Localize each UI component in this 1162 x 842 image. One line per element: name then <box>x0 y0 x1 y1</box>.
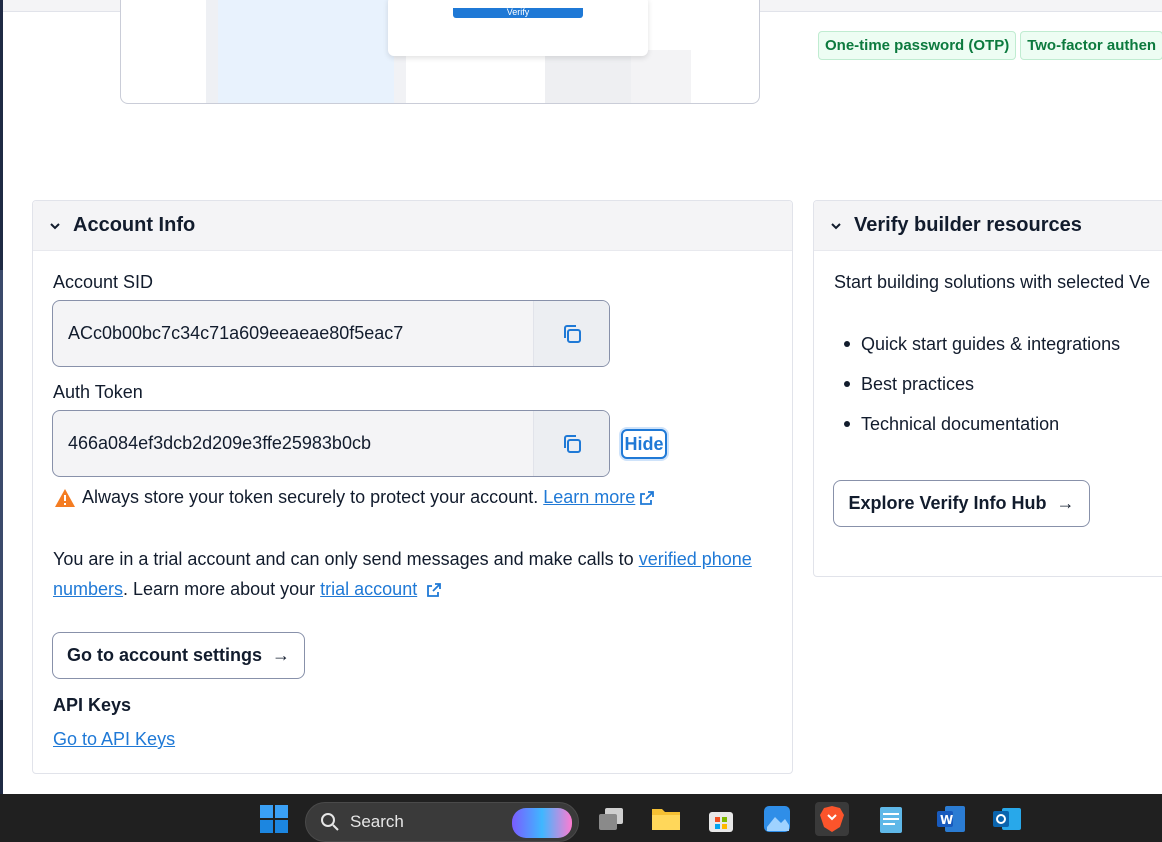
resources-list: Quick start guides & integrations Best p… <box>834 324 1120 444</box>
hide-token-button[interactable]: Hide <box>621 429 667 459</box>
api-keys-title: API Keys <box>53 695 132 715</box>
external-link-icon <box>640 490 655 505</box>
taskbar: W <box>0 794 1162 842</box>
illustration-verify-button: Verify <box>453 8 583 18</box>
api-keys-link[interactable]: Go to API Keys <box>53 729 175 750</box>
list-item: Quick start guides & integrations <box>834 324 1120 364</box>
list-item: Best practices <box>834 364 1120 404</box>
taskbar-search[interactable]: Search <box>305 802 579 842</box>
arrow-right-icon: → <box>1056 493 1075 513</box>
explore-hub-label: Explore Verify Info Hub <box>848 493 1047 513</box>
warning-icon <box>55 488 75 507</box>
store-icon[interactable] <box>704 802 738 836</box>
arrow-right-icon: → <box>272 645 290 665</box>
account-settings-button[interactable]: Go to account settings → <box>52 632 305 679</box>
window-left-edge <box>0 0 3 794</box>
svg-text:W: W <box>940 813 953 827</box>
illustration-card: Verify <box>388 0 648 56</box>
account-sid-field: ACc0b00bc7c34c71a609eeaeae80f5eac7 <box>52 300 610 367</box>
trial-text-1: You are in a trial account and can only … <box>53 549 639 569</box>
chevron-down-icon <box>831 222 841 229</box>
list-item: Technical documentation <box>834 404 1120 444</box>
brave-icon[interactable] <box>815 802 849 836</box>
search-icon <box>321 813 339 831</box>
auth-token-field: 466a084ef3dcb2d209e3ffe25983b0cb <box>52 410 610 477</box>
trial-text-2: . Learn more about your <box>123 579 321 599</box>
hero-illustration: Verify <box>120 0 760 104</box>
start-icon[interactable] <box>257 802 291 836</box>
word-icon[interactable]: W <box>934 802 968 836</box>
auth-token-label: Auth Token <box>53 382 143 402</box>
account-info-title: Account Info <box>73 214 196 236</box>
account-sid-value[interactable]: ACc0b00bc7c34c71a609eeaeae80f5eac7 <box>53 301 534 366</box>
tag-list: One-time password (OTP) Two-factor authe… <box>818 31 1162 60</box>
account-info-header[interactable]: Account Info <box>33 201 792 251</box>
account-sid-label: Account SID <box>53 272 154 292</box>
copy-icon <box>563 434 581 453</box>
outlook-icon[interactable] <box>990 802 1024 836</box>
copy-sid-button[interactable] <box>534 301 609 366</box>
photos-icon[interactable] <box>760 802 794 836</box>
verify-resources-header[interactable]: Verify builder resources <box>814 201 1162 251</box>
tag-two-factor: Two-factor authen <box>1020 31 1162 60</box>
warning-text: Always store your token securely to prot… <box>82 487 539 507</box>
chevron-down-icon <box>50 222 60 229</box>
taskbar-search-label: Search <box>350 812 404 831</box>
verify-resources-title: Verify builder resources <box>854 214 1082 236</box>
file-explorer-icon[interactable] <box>649 802 683 836</box>
auth-token-value[interactable]: 466a084ef3dcb2d209e3ffe25983b0cb <box>53 411 534 476</box>
learn-more-link[interactable]: Learn more <box>543 487 635 508</box>
resources-description: Start building solutions with selected V… <box>834 272 1151 292</box>
tag-otp: One-time password (OTP) <box>818 31 1017 60</box>
copy-token-button[interactable] <box>534 411 609 476</box>
external-link-icon <box>427 583 442 598</box>
copy-icon <box>563 324 581 343</box>
task-view-icon[interactable] <box>594 802 628 836</box>
trial-account-link[interactable]: trial account <box>320 579 417 599</box>
token-warning: Always store your token securely to prot… <box>54 487 661 508</box>
trial-notice: You are in a trial account and can only … <box>53 544 783 604</box>
account-settings-label: Go to account settings <box>66 645 262 665</box>
explore-hub-button[interactable]: Explore Verify Info Hub → <box>833 480 1090 527</box>
notepad-icon[interactable] <box>874 802 908 836</box>
search-highlight-icon <box>512 808 572 838</box>
